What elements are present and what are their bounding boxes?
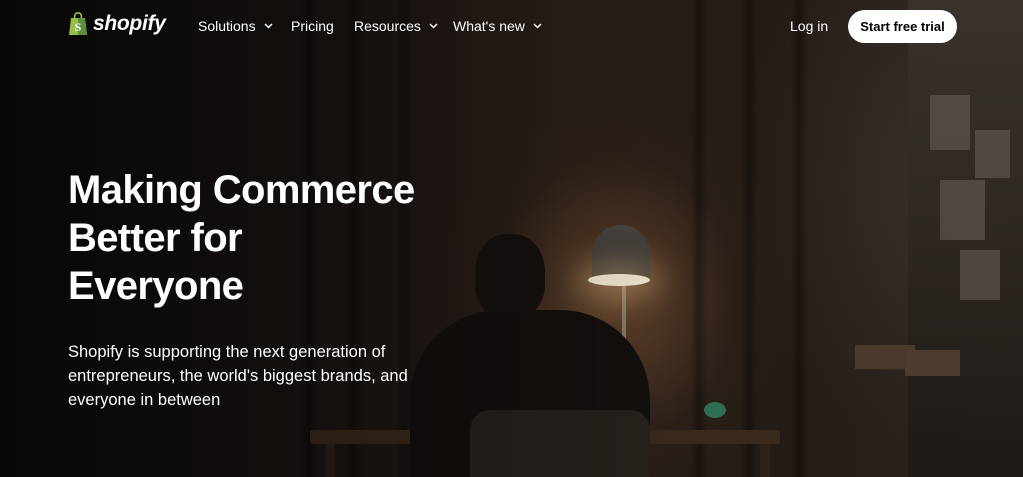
- headline-line: Everyone: [68, 264, 244, 308]
- chevron-down-icon: [429, 23, 438, 29]
- headline-line: Making Commerce: [68, 168, 415, 212]
- nav-label: What's new: [453, 18, 525, 34]
- nav-resources[interactable]: Resources: [354, 18, 438, 34]
- logo-wordmark: shopify: [93, 12, 166, 35]
- hero-section: S shopify Solutions Pricing Resources Wh…: [0, 0, 1023, 477]
- nav-label: Pricing: [291, 18, 334, 34]
- nav-whats-new[interactable]: What's new: [453, 18, 542, 34]
- subtext-line: everyone in between: [68, 391, 221, 409]
- nav-pricing[interactable]: Pricing: [291, 18, 334, 34]
- chevron-down-icon: [264, 23, 273, 29]
- subtext-line: entrepreneurs, the world's biggest brand…: [68, 367, 408, 385]
- headline-line: Better for: [68, 216, 243, 260]
- top-nav: S shopify Solutions Pricing Resources Wh…: [0, 0, 1023, 54]
- hero-subtext: Shopify is supporting the next generatio…: [68, 340, 428, 412]
- subtext-line: Shopify is supporting the next generatio…: [68, 343, 386, 361]
- svg-text:S: S: [75, 20, 82, 34]
- shopping-bag-icon: S: [69, 12, 87, 35]
- nav-label: Resources: [354, 18, 421, 34]
- shopify-logo[interactable]: S shopify: [68, 12, 166, 36]
- login-link[interactable]: Log in: [790, 18, 828, 34]
- start-free-trial-button[interactable]: Start free trial: [848, 10, 957, 43]
- chevron-down-icon: [533, 23, 542, 29]
- nav-solutions[interactable]: Solutions: [198, 18, 273, 34]
- nav-label: Solutions: [198, 18, 256, 34]
- hero-headline: Making Commerce Better for Everyone: [68, 166, 488, 310]
